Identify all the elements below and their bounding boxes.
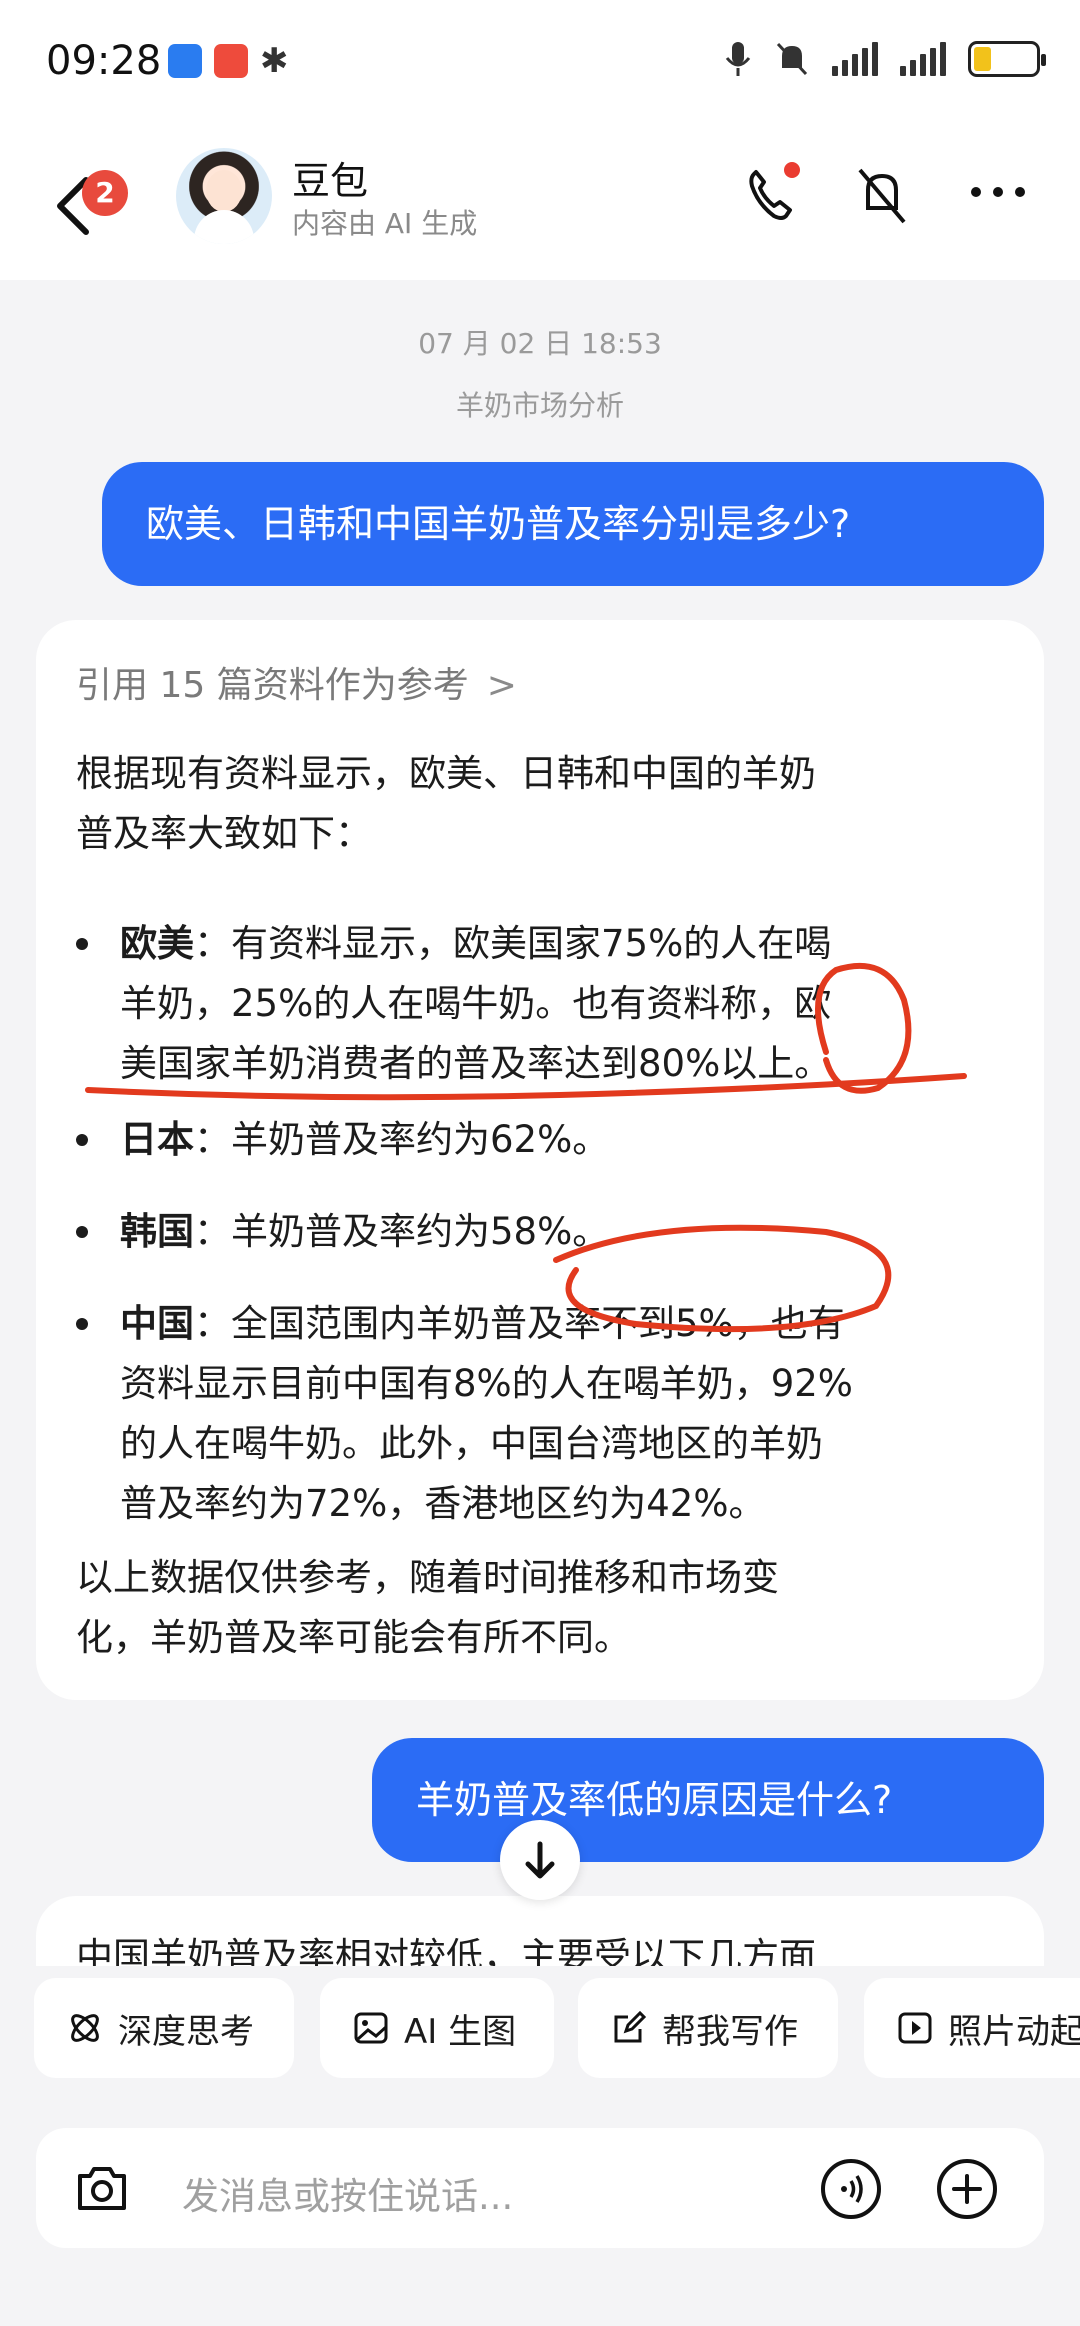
unread-badge: 2 <box>82 170 128 216</box>
reply-text-line: 以上数据仅供参考，随着时间推移和市场变 <box>76 1556 779 1599</box>
reply-outro: 以上数据仅供参考，随着时间推移和市场变 化，羊奶普及率可能会有所不同。 <box>76 1548 1006 1668</box>
list-item: 中国：全国范围内羊奶普及率不到5%，也有 资料显示目前中国有8%的人在喝羊奶，9… <box>76 1294 1006 1534</box>
list-item: 韩国：羊奶普及率约为58%。 <box>76 1202 1006 1262</box>
chevron-right-icon: > <box>486 665 517 706</box>
help-write-button[interactable]: 帮我写作 <box>578 1978 838 2078</box>
chip-label: AI 生图 <box>404 2011 517 2052</box>
user-message[interactable]: 欧美、日韩和中国羊奶普及率分别是多少? <box>102 462 1044 586</box>
reply-text-line: 资料显示目前中国有8%的人在喝羊奶，92% <box>120 1362 853 1405</box>
message-input[interactable]: 发消息或按住说话... <box>182 2166 513 2220</box>
references-label: 引用 15 篇资料作为参考 <box>76 665 469 706</box>
more-options-icon[interactable] <box>968 182 1028 202</box>
bot-subtitle: 内容由 AI 生成 <box>292 207 478 240</box>
reply-text-line: 普及率约为72%，香港地区约为42%。 <box>120 1482 766 1525</box>
region-label: 韩国 <box>120 1210 194 1253</box>
user-message[interactable]: 羊奶普及率低的原因是什么? <box>372 1738 1044 1862</box>
region-label: 中国 <box>120 1302 194 1345</box>
conversation-topic: 羊奶市场分析 <box>455 389 624 422</box>
animate-photo-button[interactable]: 照片动起来 <box>864 1978 1080 2078</box>
atom-icon <box>71 2014 99 2042</box>
mute-icon[interactable] <box>852 164 912 228</box>
signal-icon <box>900 42 946 76</box>
image-icon <box>354 2012 388 2044</box>
status-indicators <box>724 40 1046 78</box>
region-label: 日本 <box>120 1118 194 1161</box>
reply-text-line: 化，羊奶普及率可能会有所不同。 <box>76 1616 631 1659</box>
reply-text-line: ：羊奶普及率约为62%。 <box>194 1118 610 1161</box>
battery-icon <box>968 41 1046 77</box>
reply-text-line: 的人在喝牛奶。此外，中国台湾地区的羊奶 <box>120 1422 823 1465</box>
region-label: 欧美 <box>120 922 194 965</box>
ai-image-button[interactable]: AI 生图 <box>320 1978 554 2078</box>
status-time: 09:28 <box>46 38 162 84</box>
reply-intro: 根据现有资料显示，欧美、日韩和中国的羊奶 普及率大致如下： <box>76 744 1006 864</box>
mute-bell-icon <box>776 42 808 76</box>
deep-think-button[interactable]: 深度思考 <box>34 1978 294 2078</box>
bot-name: 豆包 <box>292 159 369 203</box>
message-timestamp: 07 月 02 日 18:53 <box>418 327 662 360</box>
reply-text-line: 羊奶，25%的人在喝牛奶。也有资料称，欧 <box>120 982 832 1025</box>
references-link[interactable]: 引用 15 篇资料作为参考 > <box>76 656 517 708</box>
reply-text-line: 普及率大致如下： <box>76 812 372 855</box>
reply-text-line: ：羊奶普及率约为58%。 <box>194 1210 610 1253</box>
reply-text-line: ：全国范围内羊奶普及率不到5%，也有 <box>194 1302 845 1345</box>
reply-text-line: ：有资料显示，欧美国家75%的人在喝 <box>194 922 832 965</box>
reply-text-line: 美国家羊奶消费者的普及率达到80%以上。 <box>120 1042 832 1085</box>
reply-text-line: 根据现有资料显示，欧美、日韩和中国的羊奶 <box>76 752 816 795</box>
list-item: 日本：羊奶普及率约为62%。 <box>76 1110 1006 1170</box>
edit-icon <box>614 2010 647 2043</box>
scroll-to-bottom-button[interactable] <box>500 1820 580 1900</box>
status-app-icons: ✱ <box>168 44 289 78</box>
chip-label: 照片动起来 <box>948 2011 1080 2052</box>
status-bar: 09:28 ✱ <box>0 0 1080 130</box>
avatar[interactable] <box>176 148 272 244</box>
chip-label: 帮我写作 <box>662 2011 798 2052</box>
list-item: 欧美：有资料显示，欧美国家75%的人在喝 羊奶，25%的人在喝牛奶。也有资料称，… <box>76 914 1006 1094</box>
play-icon <box>898 2012 932 2044</box>
microphone-icon <box>725 42 751 76</box>
app-notification-icon <box>168 44 202 78</box>
chip-label: 深度思考 <box>118 2011 254 2052</box>
plus-icon[interactable] <box>936 2158 998 2220</box>
call-notification-dot <box>784 162 800 178</box>
arrow-down-icon <box>525 1841 555 1879</box>
message-input-bar: 发消息或按住说话... <box>36 2128 1044 2248</box>
ai-reply-card: 引用 15 篇资料作为参考 > 根据现有资料显示，欧美、日韩和中国的羊奶 普及率大… <box>36 620 1044 1700</box>
chat-header: 豆包 内容由 AI 生成 <box>0 130 1080 280</box>
voice-icon[interactable] <box>820 2158 882 2220</box>
camera-icon[interactable] <box>74 2162 130 2214</box>
app-notification-icon <box>214 44 248 78</box>
signal-icon <box>832 42 878 76</box>
bluetooth-icon: ✱ <box>260 41 289 81</box>
